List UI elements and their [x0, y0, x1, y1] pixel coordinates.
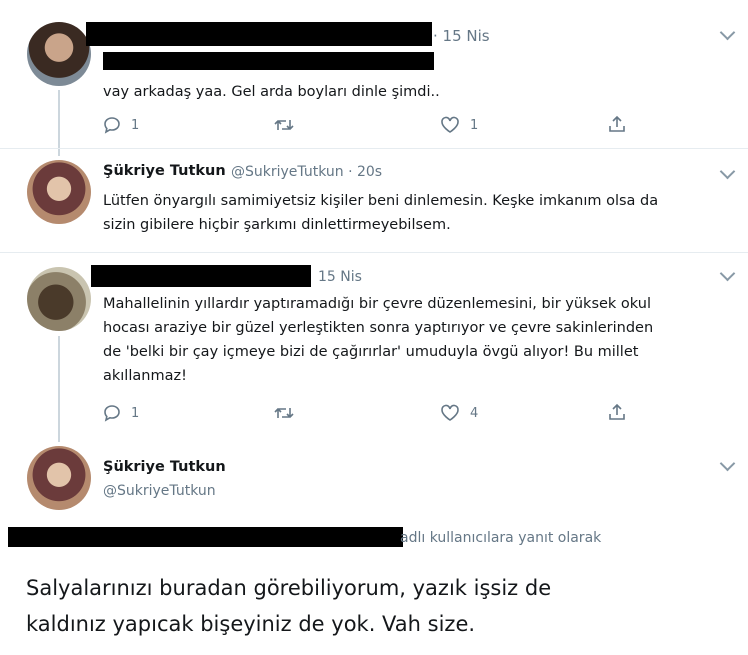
like-button[interactable]: 1: [440, 116, 478, 134]
thread-line: [58, 90, 60, 156]
heart-icon: [441, 404, 459, 421]
tweet-text-line: Mahallelinin yıllardır yaptıramadığı bir…: [103, 296, 651, 312]
author-handle[interactable]: @SukriyeTutkun: [103, 483, 216, 499]
avatar[interactable]: [27, 22, 91, 86]
reply-button[interactable]: 1: [103, 116, 139, 134]
tweet-text: Lütfen önyargılı samimiyetsiz kişiler be…: [103, 189, 658, 237]
avatar[interactable]: [27, 160, 91, 224]
reply-count: 1: [131, 405, 140, 421]
divider: [0, 252, 748, 253]
tweet-text-line: akıllanmaz!: [103, 368, 187, 384]
reply-button[interactable]: 1: [103, 404, 139, 422]
tweet-text-line: hocası araziye bir güzel yerleştikten so…: [103, 320, 654, 336]
retweet-icon: [274, 120, 294, 130]
reply-count: 1: [131, 117, 140, 133]
thread-line: [58, 336, 60, 442]
chevron-down-icon[interactable]: [719, 24, 736, 41]
chevron-down-icon[interactable]: [719, 455, 736, 472]
redacted-username: [86, 22, 432, 46]
chevron-down-icon[interactable]: [719, 265, 736, 282]
reply-to-label: adlı kullanıcılara yanıt olarak: [400, 530, 602, 546]
avatar[interactable]: [27, 446, 91, 510]
share-icon: [609, 403, 625, 420]
retweet-button[interactable]: [274, 116, 294, 134]
author-name[interactable]: Şükriye Tutkun: [103, 459, 226, 475]
retweet-icon: [274, 408, 294, 418]
redacted-reply-recipients: [8, 527, 403, 547]
tweet-text: vay arkadaş yaa. Gel arda boyları dinle …: [103, 84, 440, 100]
author-handle-time[interactable]: @SukriyeTutkun · 20s: [231, 164, 382, 180]
redacted-username: [91, 265, 311, 287]
chevron-down-icon[interactable]: [719, 163, 736, 180]
redacted-reply-line: [103, 52, 434, 70]
heart-icon: [441, 116, 459, 133]
retweet-button[interactable]: [274, 404, 294, 422]
tweet-text-line: de 'belki bir çay içmeye bizi de çağırır…: [103, 344, 639, 360]
share-button[interactable]: [608, 403, 626, 421]
tweet-text-line: Lütfen önyargılı samimiyetsiz kişiler be…: [103, 193, 659, 209]
avatar[interactable]: [27, 267, 91, 331]
tweet-text-line: kaldınız yapıcak bişeyiniz de yok. Vah s…: [26, 612, 476, 636]
tweet-date[interactable]: · 15 Nis: [433, 27, 490, 45]
tweet-text: Salyalarınızı buradan görebiliyorum, yaz…: [26, 570, 551, 642]
tweet-text: Mahallelinin yıllardır yaptıramadığı bir…: [103, 292, 653, 388]
reply-icon: [104, 117, 120, 134]
tweet-text-line: sizin gibilere hiçbir şarkımı dinlettirm…: [103, 217, 451, 233]
tweet-date[interactable]: 15 Nis: [318, 269, 362, 285]
share-icon: [609, 115, 625, 132]
like-count: 4: [470, 405, 479, 421]
author-name[interactable]: Şükriye Tutkun: [103, 163, 226, 179]
tweet-text-line: Salyalarınızı buradan görebiliyorum, yaz…: [26, 576, 552, 600]
reply-icon: [104, 405, 120, 422]
divider: [0, 148, 748, 149]
like-count: 1: [470, 117, 479, 133]
like-button[interactable]: 4: [440, 404, 478, 422]
share-button[interactable]: [608, 115, 626, 133]
